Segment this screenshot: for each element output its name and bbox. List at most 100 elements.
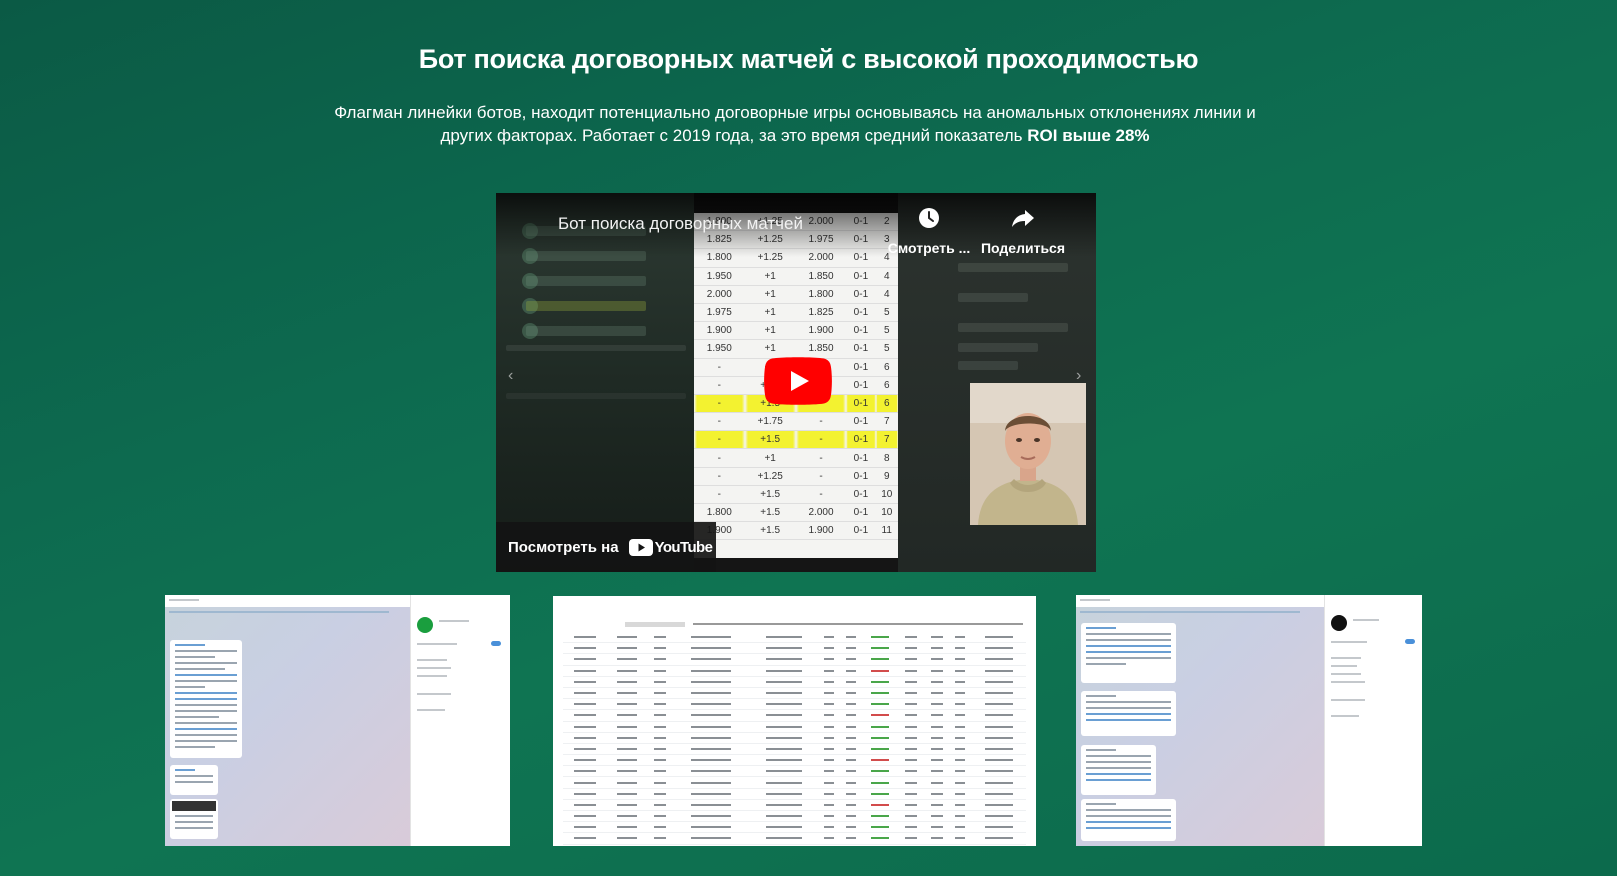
- chat-message: [1081, 691, 1176, 736]
- odds-cell: -: [694, 430, 745, 450]
- odds-cell: 0-1: [846, 503, 876, 523]
- results-row: [563, 799, 1026, 812]
- odds-cell: +1: [744, 303, 796, 323]
- youtube-video-embed[interactable]: 1.800+1.252.0000-121.825+1.251.9750-131.…: [496, 193, 1096, 572]
- odds-cell: 6: [875, 358, 898, 377]
- odds-cell: 0-1: [846, 321, 876, 341]
- results-row: [563, 721, 1026, 733]
- chat-message: [1081, 745, 1156, 795]
- odds-cell: +1.5: [744, 485, 796, 505]
- results-row: [563, 665, 1026, 677]
- page-title: Бот поиска договорных матчей с высокой п…: [418, 44, 1199, 74]
- odds-cell: 1.900: [694, 321, 745, 341]
- odds-cell: 2.000: [694, 285, 745, 304]
- odds-cell: 0-1: [846, 430, 876, 450]
- odds-cell: -: [694, 467, 745, 486]
- odds-cell: +1: [744, 339, 796, 359]
- results-row: [563, 765, 1026, 778]
- results-row: [563, 676, 1026, 688]
- odds-cell: 6: [875, 376, 898, 395]
- odds-cell: 1.850: [795, 267, 847, 286]
- odds-cell: -: [795, 448, 847, 468]
- watch-later-label: Смотреть ...: [887, 240, 971, 256]
- odds-cell: -: [694, 358, 745, 377]
- channel-info-panel: [1324, 595, 1422, 846]
- watch-on-youtube-link[interactable]: Посмотреть на YouTube: [496, 522, 716, 572]
- thumbnail-channel[interactable]: [1076, 595, 1422, 846]
- results-row: [563, 632, 1026, 644]
- odds-cell: 0-1: [846, 267, 876, 286]
- odds-cell: 10: [875, 485, 898, 505]
- odds-cell: 1.825: [795, 303, 847, 323]
- results-row: [563, 642, 1026, 655]
- thumbnail-results-table[interactable]: [553, 596, 1036, 846]
- share-button[interactable]: Поделиться: [978, 207, 1068, 256]
- odds-cell: +1.5: [744, 503, 796, 523]
- odds-row: - +1.5-0-1 10: [694, 485, 898, 505]
- results-row: [563, 698, 1026, 711]
- odds-cell: 9: [875, 467, 898, 486]
- odds-cell: 4: [875, 267, 898, 286]
- results-row: [563, 788, 1026, 800]
- page-subtitle: Флагман линейки ботов, находит потенциал…: [330, 101, 1260, 147]
- odds-cell: 7: [875, 430, 898, 450]
- odds-cell: -: [694, 448, 745, 468]
- odds-cell: 7: [875, 412, 898, 432]
- results-row: [563, 754, 1026, 767]
- odds-cell: -: [694, 485, 745, 505]
- share-label: Поделиться: [980, 240, 1066, 256]
- presenter-image: [970, 383, 1086, 525]
- odds-cell: 6: [875, 394, 898, 414]
- odds-cell: 0-1: [846, 448, 876, 468]
- results-row: [563, 832, 1026, 845]
- thumbnail-bot-chat[interactable]: [165, 595, 510, 846]
- video-title[interactable]: Бот поиска договорных матчей: [558, 214, 803, 234]
- odds-cell: 0-1: [846, 467, 876, 486]
- odds-cell: -: [795, 485, 847, 505]
- results-row: [563, 687, 1026, 700]
- watch-later-button[interactable]: Смотреть ...: [884, 207, 974, 256]
- subtitle-roi: ROI выше 28%: [1027, 126, 1150, 145]
- odds-cell: 1.975: [694, 303, 745, 323]
- chat-message: [170, 765, 218, 795]
- results-mini-table: [563, 632, 1026, 846]
- odds-cell: 1.850: [795, 339, 847, 359]
- odds-row: - +1.5-0-1 7: [694, 430, 898, 450]
- results-row: [563, 709, 1026, 722]
- odds-cell: 1.950: [694, 339, 745, 359]
- odds-cell: 0-1: [846, 412, 876, 432]
- results-row: [563, 732, 1026, 744]
- results-row: [563, 810, 1026, 823]
- odds-cell: 0-1: [846, 339, 876, 359]
- youtube-wordmark: YouTube: [654, 538, 713, 556]
- odds-row: - +1.25-0-1 9: [694, 467, 898, 486]
- chat-message: [170, 799, 218, 839]
- watch-on-label: Посмотреть на: [508, 538, 619, 556]
- chat-message: [1081, 623, 1176, 683]
- results-row: [563, 844, 1026, 846]
- bot-info-panel: [410, 595, 510, 846]
- odds-cell: +1.5: [744, 430, 796, 450]
- odds-cell: +1: [744, 321, 796, 341]
- results-row: [563, 653, 1026, 666]
- odds-cell: 1.900: [795, 521, 847, 541]
- odds-row: 2.000 +1 1.800 0-1 4: [694, 285, 898, 304]
- odds-cell: +1.75: [744, 412, 796, 432]
- youtube-play-icon: [764, 357, 832, 405]
- odds-row: 1.800 +1.5 2.000 0-1 10: [694, 503, 898, 523]
- clock-icon: [919, 208, 939, 228]
- odds-cell: 0-1: [846, 285, 876, 304]
- odds-cell: 1.950: [694, 267, 745, 286]
- odds-cell: 10: [875, 503, 898, 523]
- results-row: [563, 776, 1026, 789]
- odds-cell: 0-1: [846, 485, 876, 505]
- chevron-right-icon: ›: [1076, 367, 1082, 384]
- chat-message: [170, 640, 242, 758]
- odds-cell: 5: [875, 339, 898, 359]
- play-button[interactable]: [764, 357, 832, 405]
- odds-row: - +1-0-1 8: [694, 448, 898, 468]
- odds-row: 1.900 +1.5 1.900 0-1 11: [694, 521, 898, 541]
- odds-cell: 8: [875, 448, 898, 468]
- odds-cell: 0-1: [846, 394, 876, 414]
- odds-cell: 0-1: [846, 521, 876, 541]
